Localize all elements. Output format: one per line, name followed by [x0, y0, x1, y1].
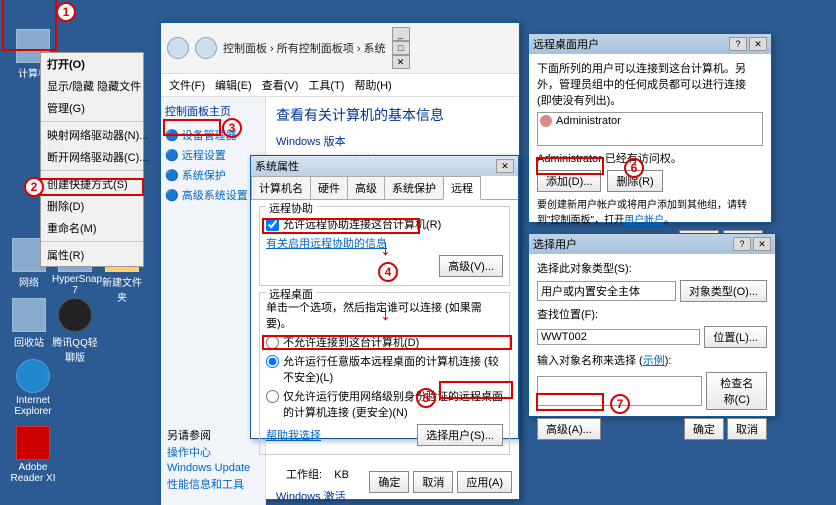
desktop-icon-qq[interactable]: 腾讯QQ轻聊版	[52, 298, 98, 364]
arrow-down-4: ↓	[380, 235, 391, 261]
link-sysprot[interactable]: 🔵 系统保护	[165, 165, 261, 185]
min-button[interactable]: _	[392, 27, 410, 41]
marker-2: 2	[24, 177, 44, 197]
rdu-useracct-link[interactable]: 用户帐户	[624, 215, 664, 226]
sel-example-link[interactable]: 示例	[643, 355, 665, 367]
ctx-mapdrive[interactable]: 映射网络驱动器(N)...	[41, 124, 143, 146]
sel-loc-label: 查找位置(F):	[537, 306, 767, 322]
radio-any-version[interactable]: 允许运行任意版本远程桌面的计算机连接 (较不安全)(L)	[266, 353, 503, 385]
link-devmgr[interactable]: 🔵 设备管理器	[165, 125, 261, 145]
sel-close[interactable]: ✕	[753, 237, 771, 251]
close-button[interactable]: ✕	[392, 55, 410, 69]
adobe-icon	[16, 426, 50, 460]
sel-names-label-pre: 输入对象名称来选择 (	[537, 355, 643, 367]
ctx-disconnect[interactable]: 断开网络驱动器(C)...	[41, 146, 143, 168]
menu-file[interactable]: 文件(F)	[169, 77, 205, 93]
marker-7: 7	[610, 394, 630, 414]
marker-6: 6	[624, 158, 644, 178]
rdu-add-button[interactable]: 添加(D)...	[537, 170, 601, 192]
sec-edition: Windows 版本	[276, 133, 509, 149]
tab-computer-name[interactable]: 计算机名	[251, 176, 311, 199]
link-advanced[interactable]: 🔵 高级系统设置	[165, 185, 261, 205]
menu-view[interactable]: 查看(V)	[262, 77, 299, 93]
remote-desktop-users-dialog: 远程桌面用户?✕ 下面所列的用户可以连接到这台计算机。另外，管理员组中的任何成员…	[528, 33, 772, 223]
system-properties-dialog: 系统属性 ✕ 计算机名 硬件 高级 系统保护 远程 远程协助 允许远程协助连接这台…	[250, 155, 519, 439]
user-icon	[540, 115, 552, 127]
tab-sysprot[interactable]: 系统保护	[384, 176, 444, 199]
radio-no-connect[interactable]: 不允许连接到这台计算机(D)	[266, 334, 503, 350]
sel-objtype-input[interactable]: 用户或内置安全主体	[537, 281, 676, 301]
link-windows-update[interactable]: Windows Update	[167, 461, 250, 475]
sel-title: 选择用户	[533, 236, 577, 252]
check-allow-assist[interactable]: 允许远程协助连接这台计算机(R)	[266, 216, 503, 232]
rdu-help[interactable]: ?	[729, 37, 747, 51]
marker-1: 1	[56, 2, 76, 22]
max-button[interactable]: □	[392, 41, 410, 55]
prop-cancel-button[interactable]: 取消	[413, 471, 453, 493]
marker-3: 3	[222, 118, 242, 138]
list-item[interactable]: Administrator	[540, 115, 760, 127]
assist-advanced-button[interactable]: 高级(V)...	[439, 255, 503, 277]
marker-4: 4	[378, 262, 398, 282]
radio-nla-only[interactable]: 仅允许运行使用网络级别身份验证的远程桌面的计算机连接 (更安全)(N)	[266, 388, 503, 420]
rdu-close[interactable]: ✕	[749, 37, 767, 51]
link-remote[interactable]: 🔵 远程设置	[165, 145, 261, 165]
prop-ok-button[interactable]: 确定	[369, 471, 409, 493]
arrow-down-5: ↓	[380, 300, 391, 326]
ctx-shortcut[interactable]: 创建快捷方式(S)	[41, 173, 143, 195]
sel-ok-button[interactable]: 确定	[684, 418, 724, 440]
link-action-center[interactable]: 操作中心	[167, 443, 250, 461]
breadcrumb[interactable]: 控制面板 › 所有控制面板项 › 系统	[223, 40, 386, 56]
select-users-dialog: 选择用户?✕ 选择此对象类型(S): 用户或内置安全主体对象类型(O)... 查…	[528, 233, 776, 417]
sel-loc-button[interactable]: 位置(L)...	[704, 326, 767, 348]
tab-remote[interactable]: 远程	[443, 176, 481, 200]
ctx-properties[interactable]: 属性(R)	[41, 244, 143, 266]
sel-objtype-label: 选择此对象类型(S):	[537, 260, 767, 276]
qq-icon	[58, 298, 92, 332]
rdu-listbox[interactable]: Administrator	[537, 112, 763, 146]
nav-fwd-button[interactable]	[195, 37, 217, 59]
also-title: 另请参阅	[167, 427, 250, 443]
prop-title: 系统属性	[255, 158, 299, 174]
menu-tools[interactable]: 工具(T)	[308, 77, 344, 93]
ie-icon	[16, 359, 50, 393]
rdu-desc: 下面所列的用户可以连接到这台计算机。另外，管理员组中的任何成员都可以进行连接 (…	[537, 60, 763, 108]
ctx-rename[interactable]: 重命名(M)	[41, 217, 143, 239]
menu-help[interactable]: 帮助(H)	[354, 77, 391, 93]
page-title: 查看有关计算机的基本信息	[276, 105, 509, 125]
ctx-show[interactable]: 显示/隐藏 隐藏文件	[41, 75, 143, 97]
context-menu: 打开(O) 显示/隐藏 隐藏文件 管理(G) 映射网络驱动器(N)... 断开网…	[40, 52, 144, 267]
group-remote-assist: 远程协助	[266, 200, 316, 216]
link-perf[interactable]: 性能信息和工具	[167, 475, 250, 493]
desktop-icon-ie[interactable]: Internet Explorer	[8, 359, 58, 417]
sel-objtype-button[interactable]: 对象类型(O)...	[680, 280, 767, 302]
nav-back-button[interactable]	[167, 37, 189, 59]
prop-close[interactable]: ✕	[496, 159, 514, 173]
sel-advanced-button[interactable]: 高级(A)...	[537, 418, 601, 440]
sel-help[interactable]: ?	[733, 237, 751, 251]
recycle-icon	[12, 298, 46, 332]
tab-hardware[interactable]: 硬件	[310, 176, 348, 199]
cp-home[interactable]: 控制面板主页	[165, 103, 261, 119]
group-remote-desktop: 远程桌面	[266, 286, 316, 302]
desktop-icon-recycle[interactable]: 回收站	[8, 298, 50, 349]
select-users-button[interactable]: 选择用户(S)...	[417, 424, 503, 446]
rdu-note: Administrator 已经有访问权。	[537, 150, 763, 166]
sel-check-button[interactable]: 检查名称(C)	[706, 372, 767, 410]
tab-advanced[interactable]: 高级	[347, 176, 385, 199]
ctx-delete[interactable]: 删除(D)	[41, 195, 143, 217]
ctx-manage[interactable]: 管理(G)	[41, 97, 143, 119]
link-assist-info[interactable]: 有关启用远程协助的信息	[266, 238, 387, 250]
sel-loc-input[interactable]: WWT002	[537, 329, 700, 345]
desktop-icon-adobe[interactable]: Adobe Reader XI	[8, 426, 58, 484]
marker-5: 5	[416, 388, 436, 408]
sel-cancel-button[interactable]: 取消	[727, 418, 767, 440]
rdu-title: 远程桌面用户	[533, 36, 599, 52]
ctx-open[interactable]: 打开(O)	[41, 53, 143, 75]
link-help-choose[interactable]: 帮助我选择	[266, 427, 321, 443]
menu-edit[interactable]: 编辑(E)	[215, 77, 252, 93]
prop-apply-button[interactable]: 应用(A)	[457, 471, 512, 493]
